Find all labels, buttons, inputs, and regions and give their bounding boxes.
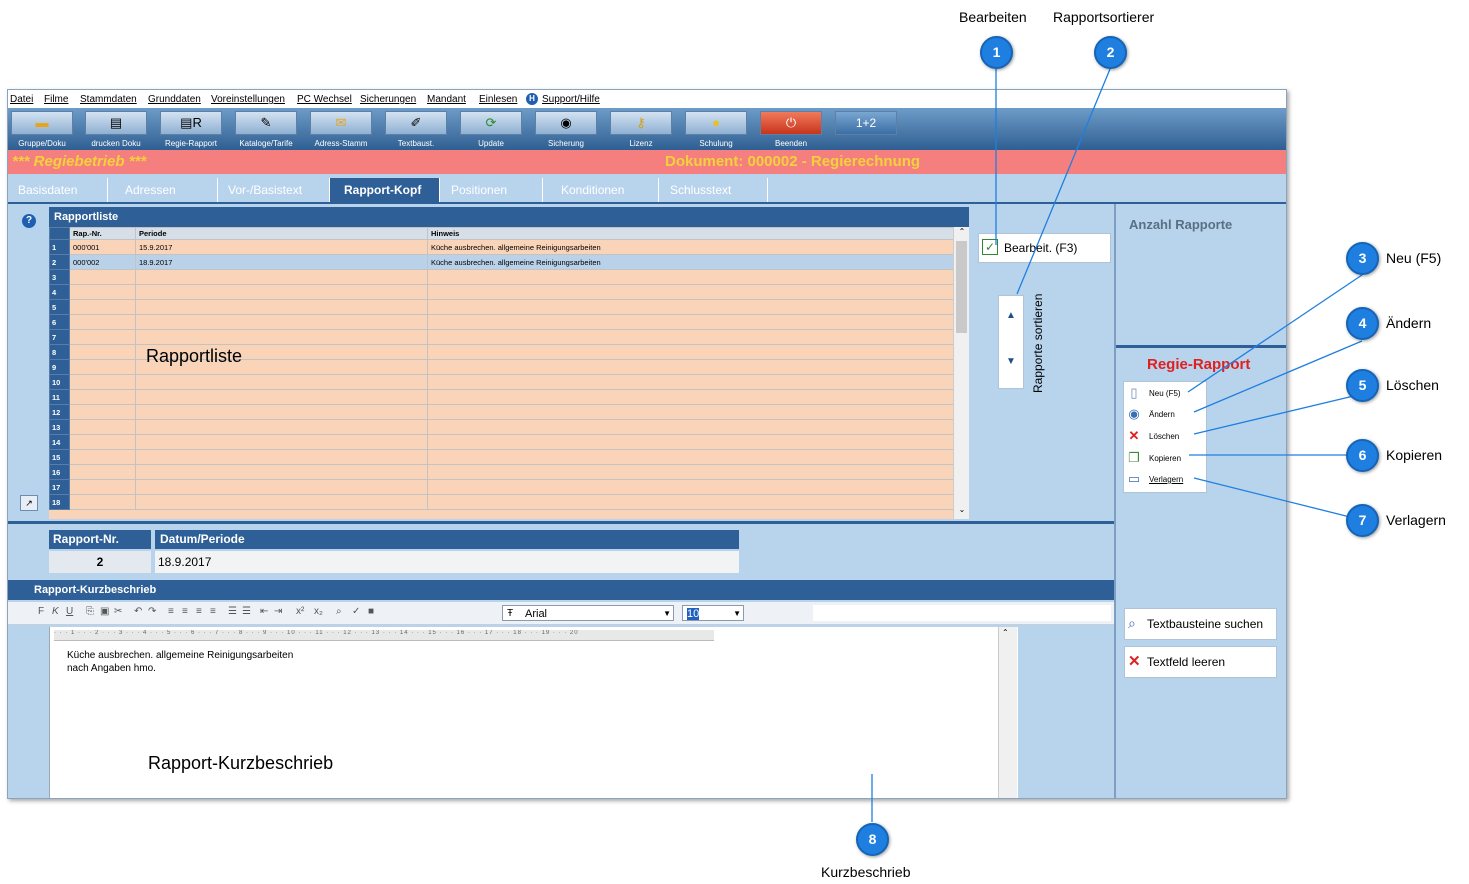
- callout-badge-4: 4: [1346, 307, 1379, 340]
- callout-label-2: Rapportsortierer: [1053, 9, 1155, 25]
- callout-badge-6: 6: [1346, 439, 1379, 472]
- callout-badge-3: 3: [1346, 242, 1379, 275]
- callout-line-2: [1016, 68, 1111, 295]
- callout-badge-5: 5: [1346, 369, 1379, 402]
- callout-line-7: [1193, 477, 1363, 521]
- callout-line-3: [1187, 274, 1363, 393]
- callout-badge-8: 8: [856, 823, 889, 856]
- callout-label-3: Neu (F5): [1386, 250, 1442, 266]
- callout-lines: [871, 68, 1363, 822]
- callout-label-6: Kopieren: [1386, 447, 1443, 463]
- callout-label-1: Bearbeiten: [959, 9, 1027, 25]
- callout-badge-7: 7: [1346, 504, 1379, 537]
- callout-label-5: Löschen: [1386, 377, 1439, 393]
- callout-line-4: [1193, 340, 1363, 413]
- callout-badge-2: 2: [1094, 36, 1127, 69]
- callout-label-7: Verlagern: [1386, 512, 1446, 528]
- callout-badge-1: 1: [980, 36, 1013, 69]
- callout-label-4: Ändern: [1386, 315, 1432, 331]
- callout-label-8: Kurzbeschrieb: [821, 864, 911, 880]
- callout-line-5: [1193, 393, 1363, 435]
